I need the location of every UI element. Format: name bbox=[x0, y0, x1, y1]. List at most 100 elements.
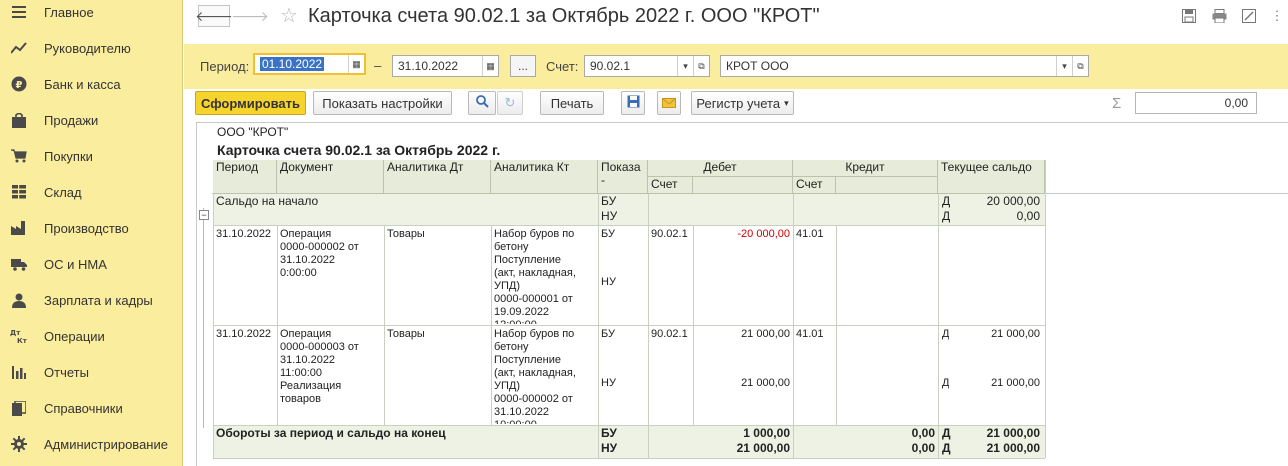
open-icon[interactable]: ⧉ bbox=[693, 56, 709, 76]
truck-icon bbox=[10, 255, 28, 273]
search-button[interactable] bbox=[468, 91, 496, 115]
account-field[interactable]: 90.02.1 ▾ ⧉ bbox=[584, 55, 710, 77]
sidebar-item-references[interactable]: Справочники bbox=[0, 390, 183, 426]
save-report-button[interactable] bbox=[621, 91, 645, 115]
cart-icon bbox=[10, 147, 28, 165]
row2-debit-account: 90.02.1 bbox=[651, 328, 688, 340]
menu-icon bbox=[10, 3, 28, 21]
chevron-down-icon: ▾ bbox=[784, 97, 789, 108]
group-gutter bbox=[203, 208, 204, 428]
col-divider bbox=[938, 194, 939, 458]
envelope-icon bbox=[662, 96, 676, 111]
row-divider bbox=[213, 225, 1045, 226]
row1-analytics-kt: Набор буров по бетону Поступление (акт, … bbox=[494, 228, 576, 324]
factory-icon bbox=[10, 219, 28, 237]
forward-button[interactable]: 🡒 bbox=[231, 5, 269, 27]
bag-icon bbox=[10, 111, 28, 129]
settings-label: Показать настройки bbox=[322, 95, 443, 111]
row1-credit-account: 41.01 bbox=[796, 228, 824, 240]
row1-debit-account: 90.02.1 bbox=[651, 228, 688, 240]
row-divider bbox=[213, 325, 1045, 326]
accounting-register-button[interactable]: Регистр учета ▾ bbox=[691, 91, 794, 115]
totals-bal-nu: 21 000,00 bbox=[986, 442, 1040, 455]
totals-credit-nu: 0,00 bbox=[911, 442, 935, 455]
collapse-group-icon[interactable]: − bbox=[199, 210, 209, 220]
row2-debit-nu: 21 000,00 bbox=[741, 377, 790, 389]
email-button[interactable] bbox=[657, 91, 681, 115]
ellipsis-label: ... bbox=[517, 59, 528, 73]
sidebar-item-production[interactable]: Производство bbox=[0, 210, 183, 246]
col-divider bbox=[1045, 160, 1046, 458]
floppy-icon bbox=[627, 95, 640, 111]
save-icon[interactable] bbox=[1180, 7, 1198, 25]
date-from-field[interactable]: 01.10.2022 ▦ bbox=[253, 53, 366, 75]
more-icon[interactable]: ⋮ bbox=[1268, 7, 1286, 25]
sidebar-item-salary[interactable]: Зарплата и кадры bbox=[0, 282, 183, 318]
totals-debit-bu: 1 000,00 bbox=[743, 427, 790, 440]
sidebar-item-main[interactable]: Главное bbox=[0, 0, 183, 30]
sidebar-item-manager[interactable]: Руководителю bbox=[0, 30, 183, 66]
row-divider bbox=[213, 425, 1045, 426]
col-debit-header: Дебет bbox=[648, 160, 793, 177]
favorite-star-icon[interactable]: ☆ bbox=[280, 3, 298, 28]
opening-val-nu: 0,00 bbox=[1016, 210, 1040, 223]
sidebar-item-reports[interactable]: Отчеты bbox=[0, 354, 183, 390]
row2-bal-dir-nu: Д bbox=[942, 377, 950, 389]
book-icon bbox=[10, 399, 28, 417]
row2-bal-val-bu: 21 000,00 bbox=[991, 328, 1040, 340]
col-credit-amount-header bbox=[836, 177, 938, 194]
col-indicator-header: Показа - bbox=[598, 160, 648, 194]
calendar-icon[interactable]: ▦ bbox=[348, 55, 364, 73]
totals-ind-bu: БУ bbox=[601, 427, 617, 440]
ruble-icon: ₽ bbox=[10, 75, 28, 93]
sidebar-item-label: ОС и НМА bbox=[44, 256, 107, 272]
col-debit-amount-header bbox=[693, 177, 793, 194]
generate-button[interactable]: Сформировать bbox=[195, 91, 306, 115]
printer-icon[interactable] bbox=[1210, 7, 1228, 25]
period-select-button[interactable]: ... bbox=[510, 55, 536, 77]
sidebar-item-purchases[interactable]: Покупки bbox=[0, 138, 183, 174]
row1-document[interactable]: Операция 0000-000002 от 31.10.2022 0:00:… bbox=[280, 228, 383, 323]
report-organization: ООО "КРОТ" bbox=[217, 125, 289, 139]
col-document-header: Документ bbox=[277, 160, 384, 194]
sidebar-item-operations[interactable]: Дт Кт Операции bbox=[0, 318, 183, 354]
sidebar-item-bank[interactable]: ₽ Банк и касса bbox=[0, 66, 183, 102]
sidebar-item-assets[interactable]: ОС и НМА bbox=[0, 246, 183, 282]
totals-dir-bu: Д bbox=[942, 427, 951, 440]
preview-icon[interactable] bbox=[1240, 7, 1258, 25]
sidebar-item-admin[interactable]: Администрирование bbox=[0, 426, 183, 462]
row2-ind-bu: БУ bbox=[601, 328, 615, 340]
open-icon[interactable]: ⧉ bbox=[1072, 56, 1088, 76]
row1-ind-nu: НУ bbox=[601, 276, 616, 288]
back-button[interactable]: 🡐 bbox=[195, 5, 233, 27]
opening-val-bu: 20 000,00 bbox=[986, 195, 1040, 208]
sidebar-item-sales[interactable]: Продажи bbox=[0, 102, 183, 138]
row2-period: 31.10.2022 bbox=[216, 328, 272, 340]
grid-icon bbox=[10, 183, 28, 201]
show-settings-button[interactable]: Показать настройки bbox=[313, 91, 452, 115]
row2-credit-account: 41.01 bbox=[796, 328, 824, 340]
col-divider bbox=[693, 225, 694, 425]
date-to-field[interactable]: 31.10.2022 ▦ bbox=[392, 55, 499, 77]
organization-field[interactable]: КРОТ ООО ▾ ⧉ bbox=[720, 55, 1089, 77]
svg-text:₽: ₽ bbox=[16, 80, 23, 91]
print-button[interactable]: Печать bbox=[540, 91, 604, 115]
chevron-down-icon[interactable]: ▾ bbox=[677, 56, 693, 76]
cancel-search-button[interactable]: ↻ bbox=[497, 91, 523, 115]
account-value: 90.02.1 bbox=[590, 59, 631, 73]
sidebar-item-label: Справочники bbox=[44, 400, 123, 416]
sum-field: 0,00 bbox=[1135, 92, 1257, 114]
sidebar-item-label: Зарплата и кадры bbox=[44, 292, 153, 308]
row2-document[interactable]: Операция 0000-000003 от 31.10.2022 11:00… bbox=[280, 328, 383, 423]
col-analytics-dt-header: Аналитика Дт bbox=[384, 160, 491, 194]
calendar-icon[interactable]: ▦ bbox=[482, 56, 498, 76]
col-divider bbox=[793, 194, 794, 458]
report-title: Карточка счета 90.02.1 за Октябрь 2022 г… bbox=[217, 142, 501, 158]
sidebar-item-warehouse[interactable]: Склад bbox=[0, 174, 183, 210]
period-dash: – bbox=[374, 58, 382, 73]
sidebar-item-label: Администрирование bbox=[44, 436, 168, 452]
row2-analytics-dt: Товары bbox=[387, 328, 425, 340]
col-debit-account-header: Счет bbox=[648, 177, 693, 194]
chevron-down-icon[interactable]: ▾ bbox=[1056, 56, 1072, 76]
generate-label: Сформировать bbox=[200, 95, 301, 111]
